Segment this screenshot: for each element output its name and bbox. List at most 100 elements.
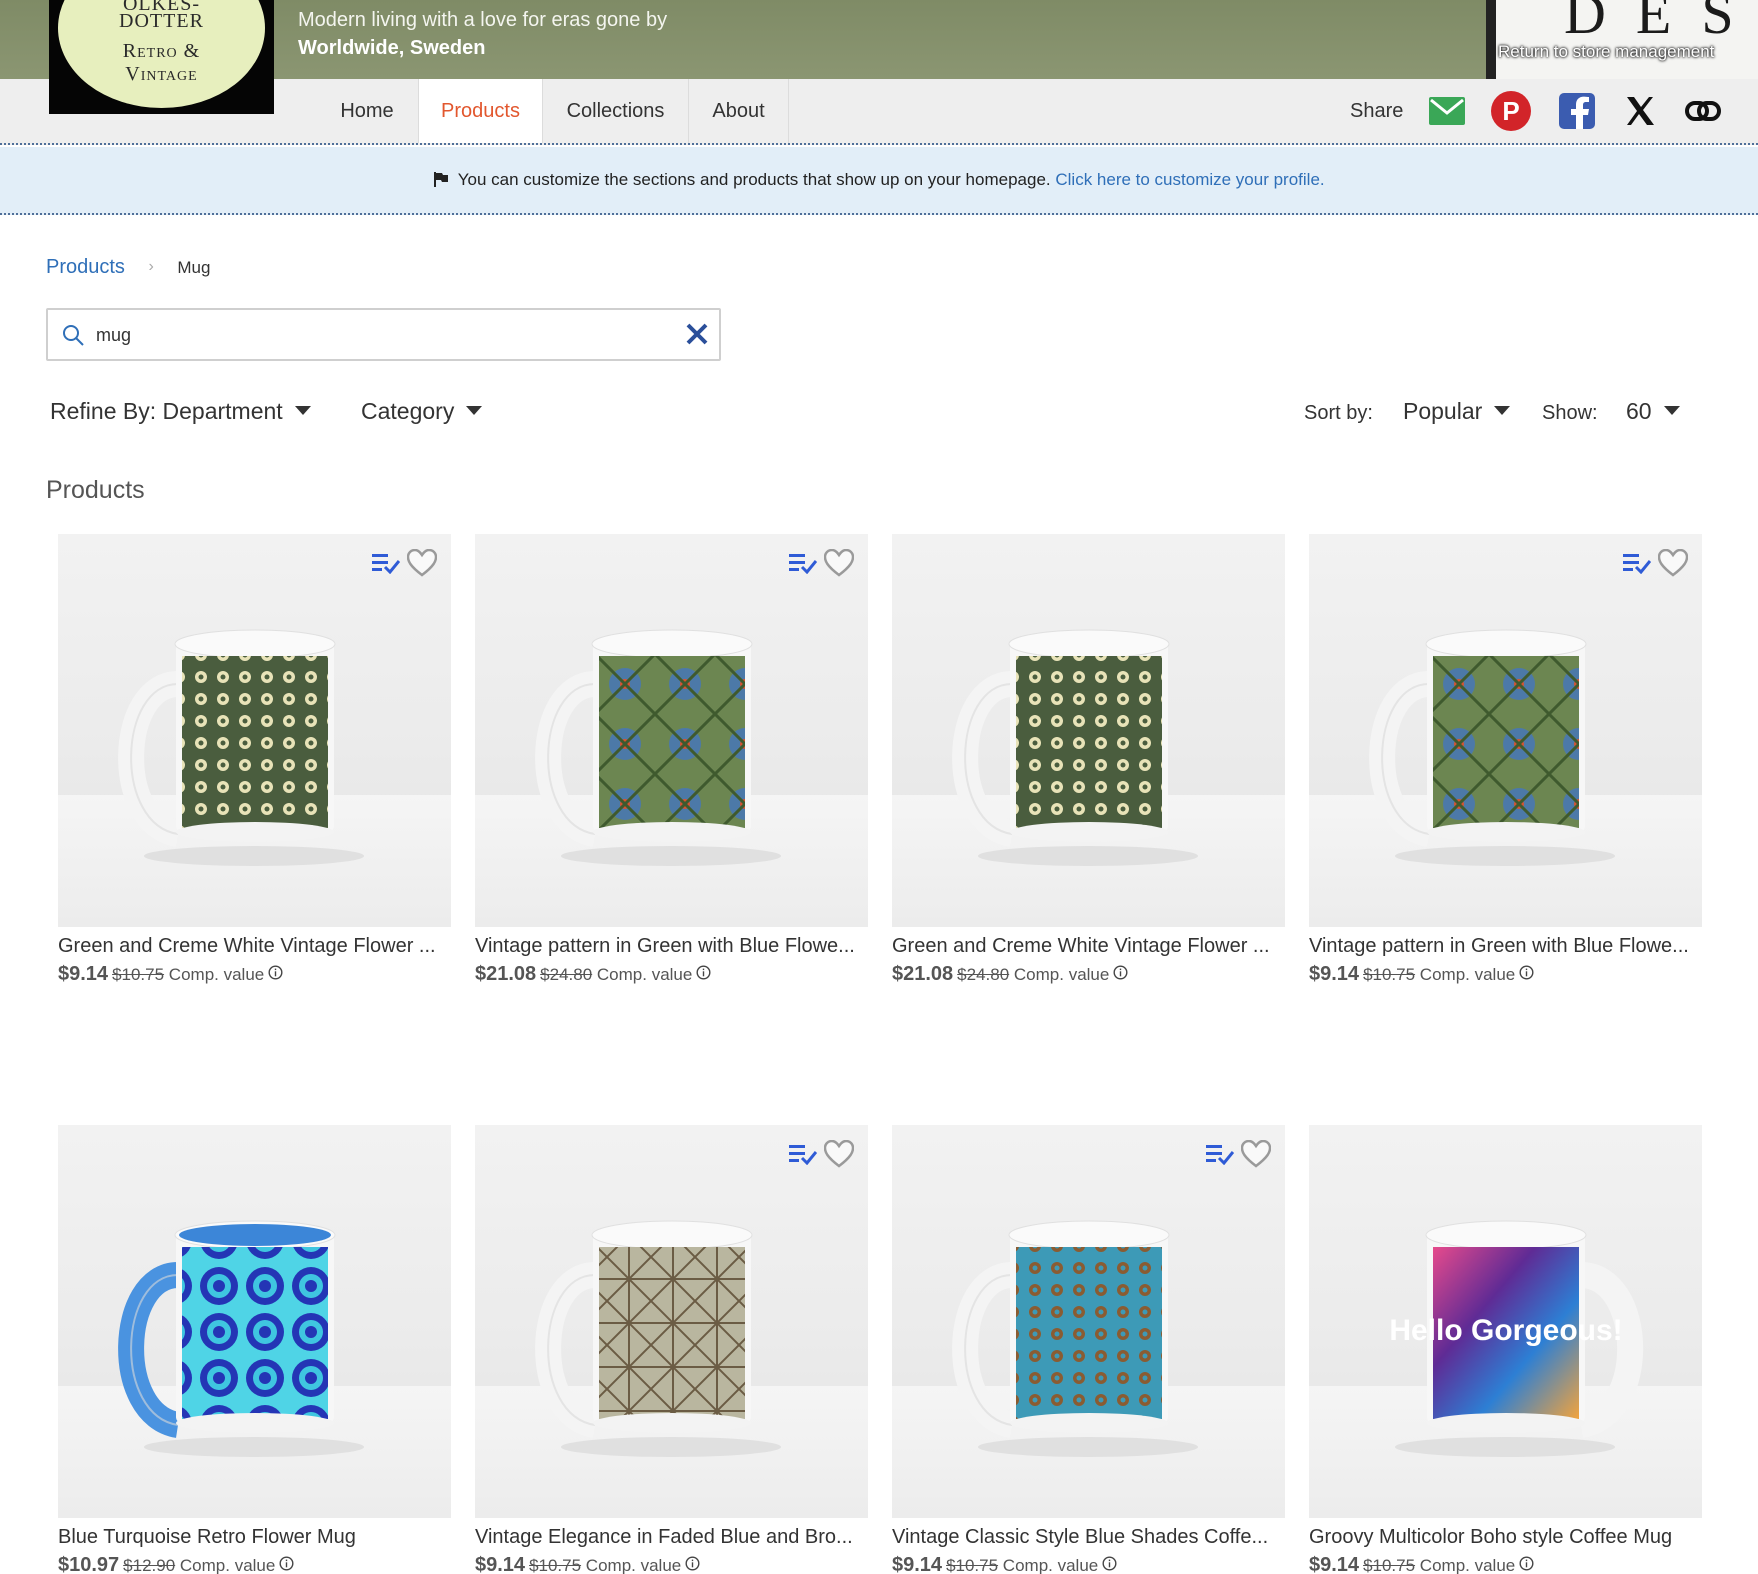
add-to-list-icon[interactable] bbox=[1622, 548, 1652, 578]
logo-subtitle: Retro & Vintage bbox=[58, 40, 265, 86]
price-row: $21.08 $24.80 Comp. value bbox=[475, 963, 868, 986]
breadcrumb: Products › Mug bbox=[46, 256, 210, 279]
product-image[interactable] bbox=[475, 1125, 868, 1518]
product-image[interactable] bbox=[58, 1125, 451, 1518]
show-count-select[interactable]: 60 bbox=[1626, 398, 1680, 425]
product-title[interactable]: Vintage Elegance in Faded Blue and Bro..… bbox=[475, 1526, 868, 1549]
add-to-list-icon[interactable] bbox=[788, 1139, 818, 1169]
product-title[interactable]: Vintage Classic Style Blue Shades Coffe.… bbox=[892, 1526, 1285, 1549]
product-price: $21.08 bbox=[892, 963, 954, 985]
mug-illustration bbox=[952, 1220, 1198, 1457]
comp-value-label: Comp. value bbox=[168, 965, 265, 984]
product-price: $9.14 bbox=[1309, 1554, 1360, 1574]
heart-icon[interactable] bbox=[824, 1139, 854, 1169]
store-tagline: Modern living with a love for eras gone … bbox=[298, 9, 668, 31]
x-icon[interactable] bbox=[1620, 91, 1660, 131]
department-filter[interactable]: Refine By: Department bbox=[50, 398, 311, 425]
mug-illustration bbox=[1369, 629, 1615, 866]
add-to-list-icon[interactable] bbox=[371, 548, 401, 578]
product-price: $9.14 bbox=[892, 1554, 943, 1574]
sort-value: Popular bbox=[1403, 398, 1483, 424]
price-row: $10.97 $12.90 Comp. value bbox=[58, 1554, 451, 1574]
mug-illustration bbox=[118, 629, 364, 866]
info-icon[interactable] bbox=[696, 965, 711, 980]
heart-icon[interactable] bbox=[1658, 548, 1688, 578]
product-card[interactable]: Green and Creme White Vintage Flower ...… bbox=[58, 534, 451, 986]
card-actions bbox=[1622, 548, 1688, 578]
facebook-icon[interactable] bbox=[1557, 91, 1597, 131]
product-image[interactable] bbox=[892, 1125, 1285, 1518]
add-to-list-icon[interactable] bbox=[1205, 1139, 1235, 1169]
breadcrumb-products-link[interactable]: Products bbox=[46, 256, 125, 278]
email-icon[interactable] bbox=[1427, 91, 1467, 131]
product-card[interactable]: Vintage Elegance in Faded Blue and Bro..… bbox=[475, 1125, 868, 1574]
info-icon[interactable] bbox=[279, 1556, 294, 1571]
tab-home[interactable]: Home bbox=[316, 79, 419, 143]
heart-icon[interactable] bbox=[407, 548, 437, 578]
mug-illustration bbox=[118, 1220, 364, 1457]
tab-about[interactable]: About bbox=[689, 79, 789, 143]
product-title[interactable]: Green and Creme White Vintage Flower ... bbox=[892, 935, 1285, 958]
comp-value-label: Comp. value bbox=[1013, 965, 1110, 984]
product-title[interactable]: Vintage pattern in Green with Blue Flowe… bbox=[475, 935, 868, 958]
search-box bbox=[46, 308, 721, 361]
product-card[interactable]: Blue Turquoise Retro Flower Mug $10.97 $12… bbox=[58, 1125, 451, 1574]
comp-value-label: Comp. value bbox=[1419, 965, 1516, 984]
product-card[interactable]: Green and Creme White Vintage Flower ...… bbox=[892, 534, 1285, 986]
show-count-value: 60 bbox=[1626, 398, 1652, 424]
info-icon[interactable] bbox=[1519, 965, 1534, 980]
sort-select[interactable]: Popular bbox=[1403, 398, 1511, 425]
store-logo[interactable]: OLKES- DOTTER Retro & Vintage bbox=[49, 0, 274, 114]
sort-label: Sort by: bbox=[1304, 402, 1373, 424]
product-compare-price: $10.75 bbox=[112, 965, 165, 984]
store-management-panel[interactable]: DES Return to store management bbox=[1486, 0, 1758, 79]
product-card[interactable]: Hello Gorgeous! Groovy Multicolor Boho st… bbox=[1309, 1125, 1702, 1574]
product-card[interactable]: Vintage pattern in Green with Blue Flowe… bbox=[475, 534, 868, 986]
share-label: Share bbox=[1350, 100, 1404, 122]
tab-products[interactable]: Products bbox=[418, 79, 543, 143]
chevron-down-icon bbox=[294, 406, 311, 415]
add-to-list-icon[interactable] bbox=[788, 548, 818, 578]
product-image[interactable]: Hello Gorgeous! bbox=[1309, 1125, 1702, 1518]
search-input[interactable] bbox=[96, 318, 656, 352]
heart-icon[interactable] bbox=[1241, 1139, 1271, 1169]
info-icon[interactable] bbox=[685, 1556, 700, 1571]
product-title[interactable]: Blue Turquoise Retro Flower Mug bbox=[58, 1526, 451, 1549]
product-image[interactable] bbox=[1309, 534, 1702, 927]
store-location: Worldwide, Sweden bbox=[298, 37, 486, 59]
heart-icon[interactable] bbox=[824, 548, 854, 578]
search-icon bbox=[63, 325, 84, 346]
chevron-down-icon bbox=[1494, 406, 1511, 415]
product-compare-price: $10.75 bbox=[1363, 1556, 1416, 1574]
product-image[interactable] bbox=[58, 534, 451, 927]
tab-collections[interactable]: Collections bbox=[543, 79, 689, 143]
info-icon[interactable] bbox=[1519, 1556, 1534, 1571]
return-to-store-management-link[interactable]: Return to store management bbox=[1498, 42, 1714, 62]
close-icon[interactable] bbox=[685, 322, 709, 346]
pinterest-icon[interactable]: P bbox=[1491, 91, 1531, 131]
mug-illustration bbox=[952, 629, 1198, 866]
product-price: $9.14 bbox=[58, 963, 109, 985]
product-image[interactable] bbox=[892, 534, 1285, 927]
comp-value-label: Comp. value bbox=[1419, 1556, 1516, 1574]
card-actions bbox=[1205, 1139, 1271, 1169]
customize-notice: You can customize the sections and produ… bbox=[0, 147, 1758, 215]
product-title[interactable]: Groovy Multicolor Boho style Coffee Mug bbox=[1309, 1526, 1702, 1549]
mug-illustration: Hello Gorgeous! bbox=[1389, 1220, 1644, 1457]
info-icon[interactable] bbox=[1102, 1556, 1117, 1571]
product-title[interactable]: Green and Creme White Vintage Flower ... bbox=[58, 935, 451, 958]
mug-illustration bbox=[535, 1220, 781, 1457]
product-card[interactable]: Vintage pattern in Green with Blue Flowe… bbox=[1309, 534, 1702, 986]
info-icon[interactable] bbox=[268, 965, 283, 980]
product-image[interactable] bbox=[475, 534, 868, 927]
category-filter[interactable]: Category bbox=[361, 398, 483, 425]
link-icon[interactable] bbox=[1683, 91, 1723, 131]
breadcrumb-current: Mug bbox=[177, 258, 211, 277]
product-compare-price: $10.75 bbox=[1363, 965, 1416, 984]
info-icon[interactable] bbox=[1113, 965, 1128, 980]
product-title[interactable]: Vintage pattern in Green with Blue Flowe… bbox=[1309, 935, 1702, 958]
department-filter-label: Refine By: Department bbox=[50, 398, 283, 424]
customize-profile-link[interactable]: Click here to customize your profile. bbox=[1055, 170, 1324, 189]
product-card[interactable]: Vintage Classic Style Blue Shades Coffe.… bbox=[892, 1125, 1285, 1574]
show-label: Show: bbox=[1542, 402, 1598, 424]
